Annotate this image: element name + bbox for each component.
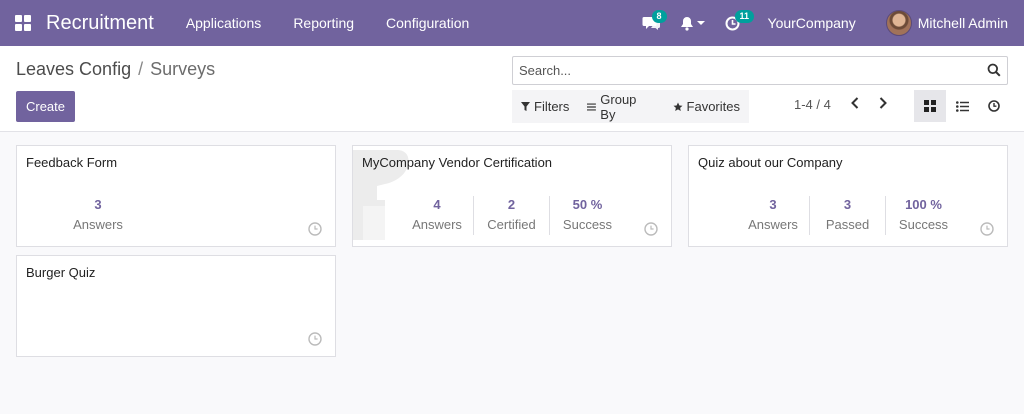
activity-clock-icon[interactable] bbox=[308, 332, 322, 346]
stat-label: Passed bbox=[825, 217, 870, 232]
chevron-right-icon bbox=[879, 97, 887, 109]
breadcrumb-current: Surveys bbox=[150, 59, 216, 79]
card-stats: 3 Answers 3 Passed 100 % Success bbox=[737, 196, 961, 235]
card-title: MyCompany Vendor Certification bbox=[362, 155, 553, 170]
breadcrumb-separator: / bbox=[138, 59, 144, 79]
activity-view-button[interactable] bbox=[978, 90, 1010, 122]
activity-clock-icon[interactable] bbox=[308, 222, 322, 236]
navbar-systray: 8 11 YourCompany Mitchell Admin bbox=[632, 0, 1024, 46]
stat-passed[interactable]: 3 Passed bbox=[809, 196, 885, 235]
clock-icon bbox=[988, 100, 1000, 112]
survey-card[interactable]: MyCompany Vendor Certification 4 Answers… bbox=[352, 145, 672, 247]
survey-card[interactable]: Feedback Form 3 Answers bbox=[16, 145, 336, 247]
messages-badge: 8 bbox=[651, 10, 667, 23]
group-by-label: Group By bbox=[600, 91, 637, 122]
stat-answers[interactable]: 3 Answers bbox=[65, 196, 131, 235]
list-view-button[interactable] bbox=[946, 90, 978, 122]
activities-badge: 11 bbox=[734, 10, 755, 23]
menu-reporting[interactable]: Reporting bbox=[277, 0, 370, 46]
menu-configuration[interactable]: Configuration bbox=[370, 0, 485, 46]
activity-clock-icon[interactable] bbox=[980, 222, 994, 236]
view-switcher bbox=[914, 90, 1010, 122]
card-title: Quiz about our Company bbox=[698, 155, 843, 170]
apps-grid-icon[interactable] bbox=[0, 0, 46, 46]
filters-label: Filters bbox=[534, 99, 570, 114]
stat-label: Success bbox=[562, 217, 613, 232]
filters-button[interactable]: Filters bbox=[512, 90, 578, 123]
search-options: Filters Group By Favorites bbox=[512, 90, 749, 123]
favorites-label: Favorites bbox=[686, 99, 740, 114]
app-brand[interactable]: Recruitment bbox=[46, 12, 154, 35]
stat-label: Answers bbox=[412, 217, 462, 232]
breadcrumb: Leaves Config / Surveys bbox=[16, 59, 215, 80]
chevron-left-icon bbox=[851, 97, 859, 109]
stat-answers[interactable]: 4 Answers bbox=[401, 196, 473, 235]
activity-clock-icon[interactable] bbox=[644, 222, 658, 236]
chevron-down-icon bbox=[696, 21, 705, 25]
user-menu[interactable]: Mitchell Admin bbox=[874, 10, 1024, 36]
menu-applications[interactable]: Applications bbox=[170, 0, 278, 46]
stat-value: 100 % bbox=[905, 197, 942, 212]
bars-icon bbox=[587, 102, 597, 111]
stat-value: 50 % bbox=[572, 197, 603, 212]
group-by-button[interactable]: Group By bbox=[578, 90, 663, 123]
star-icon bbox=[673, 102, 683, 111]
pager-previous-button[interactable] bbox=[846, 94, 864, 112]
stat-certified[interactable]: 2 Certified bbox=[473, 196, 549, 235]
messages-button[interactable]: 8 bbox=[632, 0, 670, 46]
list-icon bbox=[955, 100, 969, 112]
stat-label: Success bbox=[898, 217, 949, 232]
search-input[interactable] bbox=[513, 57, 973, 84]
kanban-grid-icon bbox=[924, 100, 936, 112]
breadcrumb-parent[interactable]: Leaves Config bbox=[16, 59, 131, 79]
survey-card[interactable]: Quiz about our Company 3 Answers 3 Passe… bbox=[688, 145, 1008, 247]
stat-label: Answers bbox=[748, 217, 798, 232]
create-button[interactable]: Create bbox=[16, 91, 75, 122]
activities-button[interactable]: 11 bbox=[715, 0, 755, 46]
card-stats: 3 Answers bbox=[65, 196, 131, 235]
stat-value: 3 bbox=[94, 197, 102, 212]
stat-label: Certified bbox=[487, 217, 536, 232]
search-box bbox=[512, 56, 1008, 85]
pager-value[interactable]: 1-4 / 4 bbox=[794, 97, 831, 112]
pager-controls bbox=[846, 94, 902, 112]
survey-card[interactable]: Burger Quiz bbox=[16, 255, 336, 357]
stat-value: 2 bbox=[507, 197, 516, 212]
stat-success[interactable]: 50 % Success bbox=[549, 196, 625, 235]
user-name: Mitchell Admin bbox=[917, 15, 1008, 31]
kanban-view-button[interactable] bbox=[914, 90, 946, 122]
card-title: Burger Quiz bbox=[26, 265, 96, 280]
top-navbar: Recruitment Applications Reporting Confi… bbox=[0, 0, 1024, 46]
stat-value: 3 bbox=[843, 197, 852, 212]
filter-icon bbox=[521, 102, 530, 111]
search-icon[interactable] bbox=[987, 63, 1001, 77]
stat-success[interactable]: 100 % Success bbox=[885, 196, 961, 235]
stat-value: 4 bbox=[433, 197, 441, 212]
avatar bbox=[885, 10, 912, 36]
control-panel: Leaves Config / Surveys Create Filters G… bbox=[0, 46, 1024, 132]
favorites-button[interactable]: Favorites bbox=[664, 90, 749, 123]
company-switcher[interactable]: YourCompany bbox=[750, 15, 874, 31]
pager-next-button[interactable] bbox=[874, 94, 892, 112]
bell-icon bbox=[680, 16, 693, 31]
stat-answers[interactable]: 3 Answers bbox=[737, 196, 809, 235]
card-stats: 4 Answers 2 Certified 50 % Success bbox=[401, 196, 625, 235]
card-title: Feedback Form bbox=[26, 155, 118, 170]
stat-value: 3 bbox=[769, 197, 777, 212]
stat-label: Answers bbox=[73, 217, 123, 232]
notifications-button[interactable] bbox=[670, 0, 715, 46]
